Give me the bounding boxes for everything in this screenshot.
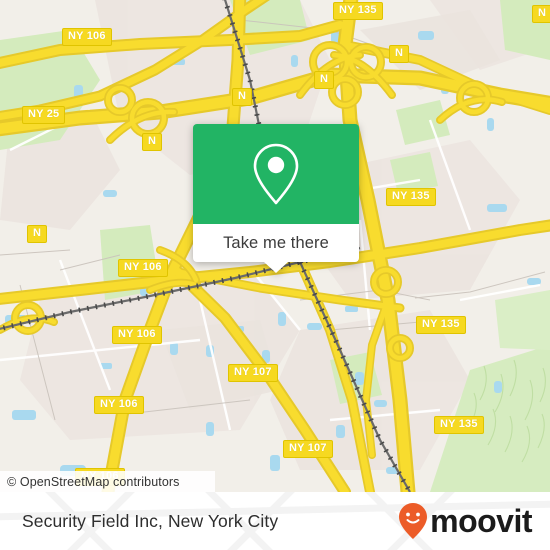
moovit-smiley-pin-icon — [399, 503, 428, 539]
footer-bar: Security Field Inc, New York City moovit — [0, 492, 550, 550]
highway-shield-label: N — [238, 90, 247, 102]
highway-shield: NY 106 — [118, 259, 168, 277]
page-title: Security Field Inc, New York City — [22, 510, 279, 531]
highway-shield-label: N — [33, 227, 42, 239]
highway-shield: NY 135 — [434, 416, 484, 434]
map-screenshot: NY 106 NY 135 NY 25 N N N N N N NY 135 NY 106 NY 10… — [0, 0, 550, 550]
highway-shield-label: NY 135 — [422, 318, 460, 330]
highway-shield: N — [532, 5, 550, 23]
highway-shield-label: N — [538, 7, 547, 19]
location-popup-card[interactable]: Take me there — [193, 124, 359, 273]
take-me-there-label: Take me there — [223, 233, 329, 252]
highway-shield: NY 106 — [112, 326, 162, 344]
highway-shield-label: N — [395, 47, 404, 59]
moovit-logo[interactable]: moovit — [398, 502, 532, 540]
highway-shield-label: NY 106 — [100, 398, 138, 410]
highway-shield-label: NY 135 — [339, 4, 377, 16]
highway-shield: N — [142, 133, 163, 151]
highway-shield: N — [314, 71, 335, 89]
highway-shield: NY 135 — [416, 316, 466, 334]
take-me-there-button[interactable]: Take me there — [193, 224, 359, 273]
highway-shield-label: NY 106 — [68, 30, 106, 42]
highway-shield-label: NY 107 — [289, 442, 327, 454]
highway-shield: N — [27, 225, 48, 243]
highway-shield: N — [389, 45, 410, 63]
highway-shield: NY 106 — [62, 28, 112, 46]
highway-shield: NY 107 — [283, 440, 333, 458]
popup-image-area — [193, 124, 359, 224]
brand-name: moovit — [430, 503, 532, 539]
highway-shield-label: NY 135 — [392, 190, 430, 202]
highway-shield-label: NY 106 — [124, 261, 162, 273]
highway-shield-label: NY 25 — [28, 108, 60, 120]
highway-shield-label: NY 135 — [440, 418, 478, 430]
popup-pointer-tail — [264, 262, 288, 273]
highway-shield-label: NY 106 — [118, 328, 156, 340]
map-pin-icon — [253, 143, 299, 205]
highway-shield: NY 25 — [22, 106, 66, 124]
map-attribution[interactable]: © OpenStreetMap contributors — [0, 471, 215, 492]
highway-shield: NY 135 — [333, 2, 383, 20]
highway-shield: N — [232, 88, 253, 106]
highway-shield-label: N — [148, 135, 157, 147]
highway-shield-label: NY 107 — [234, 366, 272, 378]
attribution-text: © OpenStreetMap contributors — [7, 474, 180, 489]
highway-shield-label: N — [320, 73, 329, 85]
highway-shield: NY 106 — [94, 396, 144, 414]
highway-shield: NY 107 — [228, 364, 278, 382]
highway-shield: NY 135 — [386, 188, 436, 206]
